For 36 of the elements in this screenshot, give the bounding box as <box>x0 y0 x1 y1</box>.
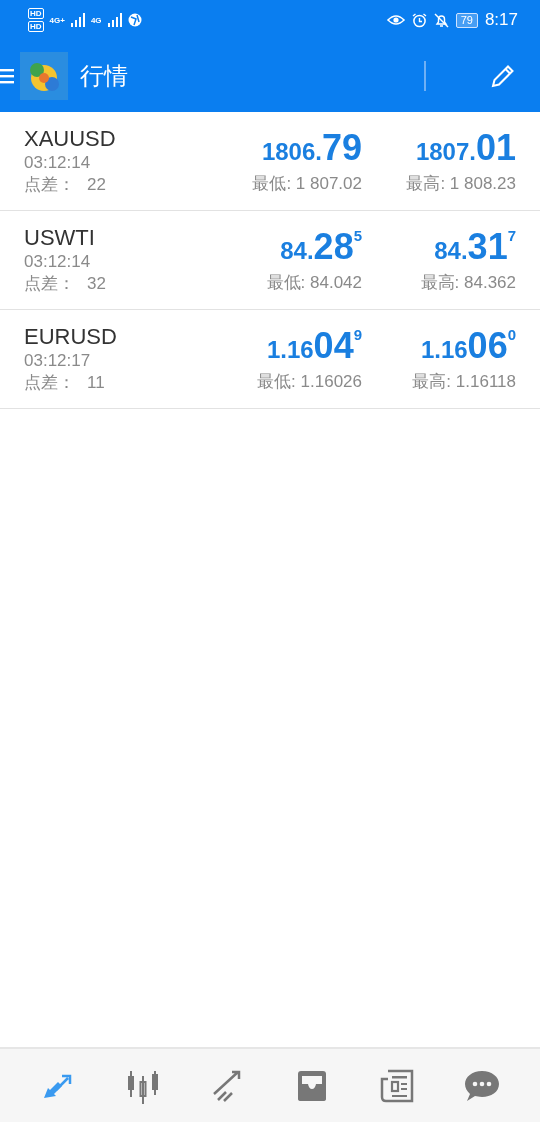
menu-icon[interactable] <box>0 68 14 84</box>
symbol-name: EURUSD <box>24 324 118 350</box>
pencil-icon[interactable] <box>490 63 516 89</box>
globe-icon <box>127 13 142 27</box>
low-price: 最低: 1.16026 <box>257 371 362 393</box>
high-price: 最高: 1.16118 <box>412 371 516 393</box>
spread-label: 点差： <box>24 174 75 196</box>
bell-off-icon <box>433 12 449 28</box>
quote-time: 03:12:17 <box>24 350 92 372</box>
high-price: 最高: 84.362 <box>420 272 516 294</box>
spread-label: 点差： <box>24 273 75 295</box>
high-price: 最高: 1 808.23 <box>406 173 516 195</box>
screen-title: 行情 <box>80 61 129 91</box>
spread-value: 32 <box>87 273 106 295</box>
quote-time: 03:12:14 <box>24 152 92 174</box>
sim-label: HD <box>28 8 44 19</box>
spread-value: 22 <box>87 174 106 196</box>
low-price: 最低: 84.042 <box>266 272 362 294</box>
symbol-name: USWTI <box>24 225 96 251</box>
sim-label: HD <box>28 21 44 32</box>
bid-price: 1806.79 <box>261 128 362 168</box>
alarm-icon <box>411 12 427 28</box>
signal-icon <box>107 13 122 27</box>
network-label: 4G <box>90 15 102 25</box>
spread-label: 点差： <box>24 372 75 394</box>
clock: 8:17 <box>484 10 518 30</box>
low-price: 最低: 1 807.02 <box>252 173 362 195</box>
eye-icon <box>386 14 405 26</box>
ask-price: 1807.01 <box>415 128 516 168</box>
spread-value: 11 <box>87 372 105 394</box>
quote-time: 03:12:14 <box>24 251 92 273</box>
app-logo <box>20 52 68 100</box>
signal-icon <box>70 13 85 27</box>
symbol-name: XAUUSD <box>24 126 117 152</box>
network-label: 4G+ <box>49 15 65 25</box>
battery-level: 79 <box>455 12 478 28</box>
